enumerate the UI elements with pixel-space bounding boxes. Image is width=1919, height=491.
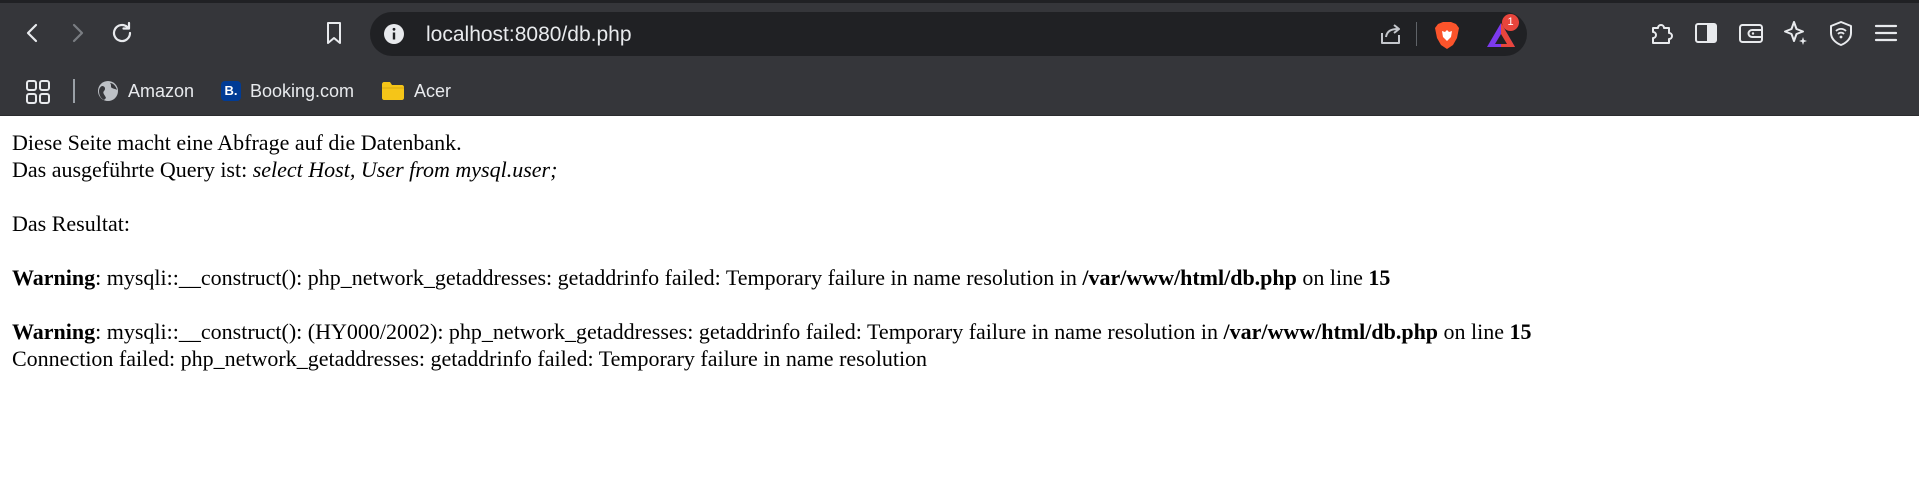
sidebar-button[interactable] xyxy=(1688,15,1724,51)
browser-toolbar: localhost:8080/db.php 1 xyxy=(0,0,1919,67)
warning-line-number: 15 xyxy=(1368,265,1391,290)
warning-file: /var/www/html/db.php xyxy=(1223,319,1439,344)
forward-button[interactable] xyxy=(59,15,95,51)
reload-button[interactable] xyxy=(104,15,140,51)
back-icon xyxy=(26,23,38,43)
address-bar[interactable]: localhost:8080/db.php 1 xyxy=(370,12,1527,56)
reload-icon xyxy=(112,21,132,43)
wallet-icon xyxy=(1739,24,1763,43)
warning-label: Warning xyxy=(12,265,96,290)
info-icon[interactable] xyxy=(382,22,406,46)
forward-icon xyxy=(72,23,84,43)
apps-grid-icon[interactable] xyxy=(24,78,52,106)
main-menu-button[interactable] xyxy=(1868,15,1904,51)
wallet-button[interactable] xyxy=(1733,15,1769,51)
extensions-button[interactable] xyxy=(1644,15,1680,51)
sidebar-icon xyxy=(1695,23,1717,43)
bookmark-label: Acer xyxy=(414,80,452,101)
notification-badge: 1 xyxy=(1502,14,1519,31)
address-bar-separator xyxy=(1416,22,1417,46)
window-top-edge xyxy=(0,0,1919,3)
query-text: select Host, User from mysql.user; xyxy=(252,157,558,182)
bookmark-folder-acer[interactable]: Acer xyxy=(375,75,457,107)
bookmark-label: Amazon xyxy=(128,80,195,101)
bookmark-amazon[interactable]: Amazon xyxy=(91,75,200,107)
query-prefix: Das ausgeführte Query ist: xyxy=(12,157,253,182)
folder-icon xyxy=(382,82,404,100)
warning-message: : mysqli::__construct(): (HY000/2002): p… xyxy=(95,319,1224,344)
bookmark-page-button[interactable] xyxy=(316,15,352,51)
warning-on-line: on line xyxy=(1438,319,1510,344)
brave-lion-icon[interactable] xyxy=(1433,20,1461,50)
intro-line: Diese Seite macht eine Abfrage auf die D… xyxy=(12,130,462,155)
bookmark-booking[interactable]: B. Booking.com xyxy=(215,75,360,107)
booking-logo-icon: B. xyxy=(221,81,241,101)
vpn-button[interactable] xyxy=(1823,15,1859,51)
warning-line: Warning: mysqli::__construct(): (HY000/2… xyxy=(12,318,1907,345)
bookmark-label: Booking.com xyxy=(250,80,355,101)
bookmarks-bar: Amazon B. Booking.com Acer xyxy=(0,67,1919,116)
page-content: Diese Seite macht eine Abfrage auf die D… xyxy=(12,129,1907,372)
url-text[interactable]: localhost:8080/db.php xyxy=(426,23,632,47)
result-label: Das Resultat: xyxy=(12,211,130,236)
bookmark-icon xyxy=(327,22,341,44)
extensions-icon xyxy=(1652,24,1673,44)
menu-icon xyxy=(1874,24,1898,42)
bookmarks-divider xyxy=(73,79,75,103)
connection-error: Connection failed: php_network_getaddres… xyxy=(12,346,928,371)
warning-line-number: 15 xyxy=(1509,319,1532,344)
warning-label: Warning xyxy=(12,319,96,344)
share-icon[interactable] xyxy=(1378,21,1404,47)
query-line: Das ausgeführte Query ist: select Host, … xyxy=(12,156,1907,183)
leo-ai-icon xyxy=(1784,21,1807,45)
vpn-icon xyxy=(1830,21,1852,46)
warning-message: : mysqli::__construct(): php_network_get… xyxy=(95,265,1083,290)
leo-ai-button[interactable] xyxy=(1778,15,1814,51)
globe-icon xyxy=(98,81,118,101)
warning-file: /var/www/html/db.php xyxy=(1082,265,1297,290)
back-button[interactable] xyxy=(15,15,51,51)
warning-line: Warning: mysqli::__construct(): php_netw… xyxy=(12,264,1907,291)
warning-on-line: on line xyxy=(1296,265,1369,290)
